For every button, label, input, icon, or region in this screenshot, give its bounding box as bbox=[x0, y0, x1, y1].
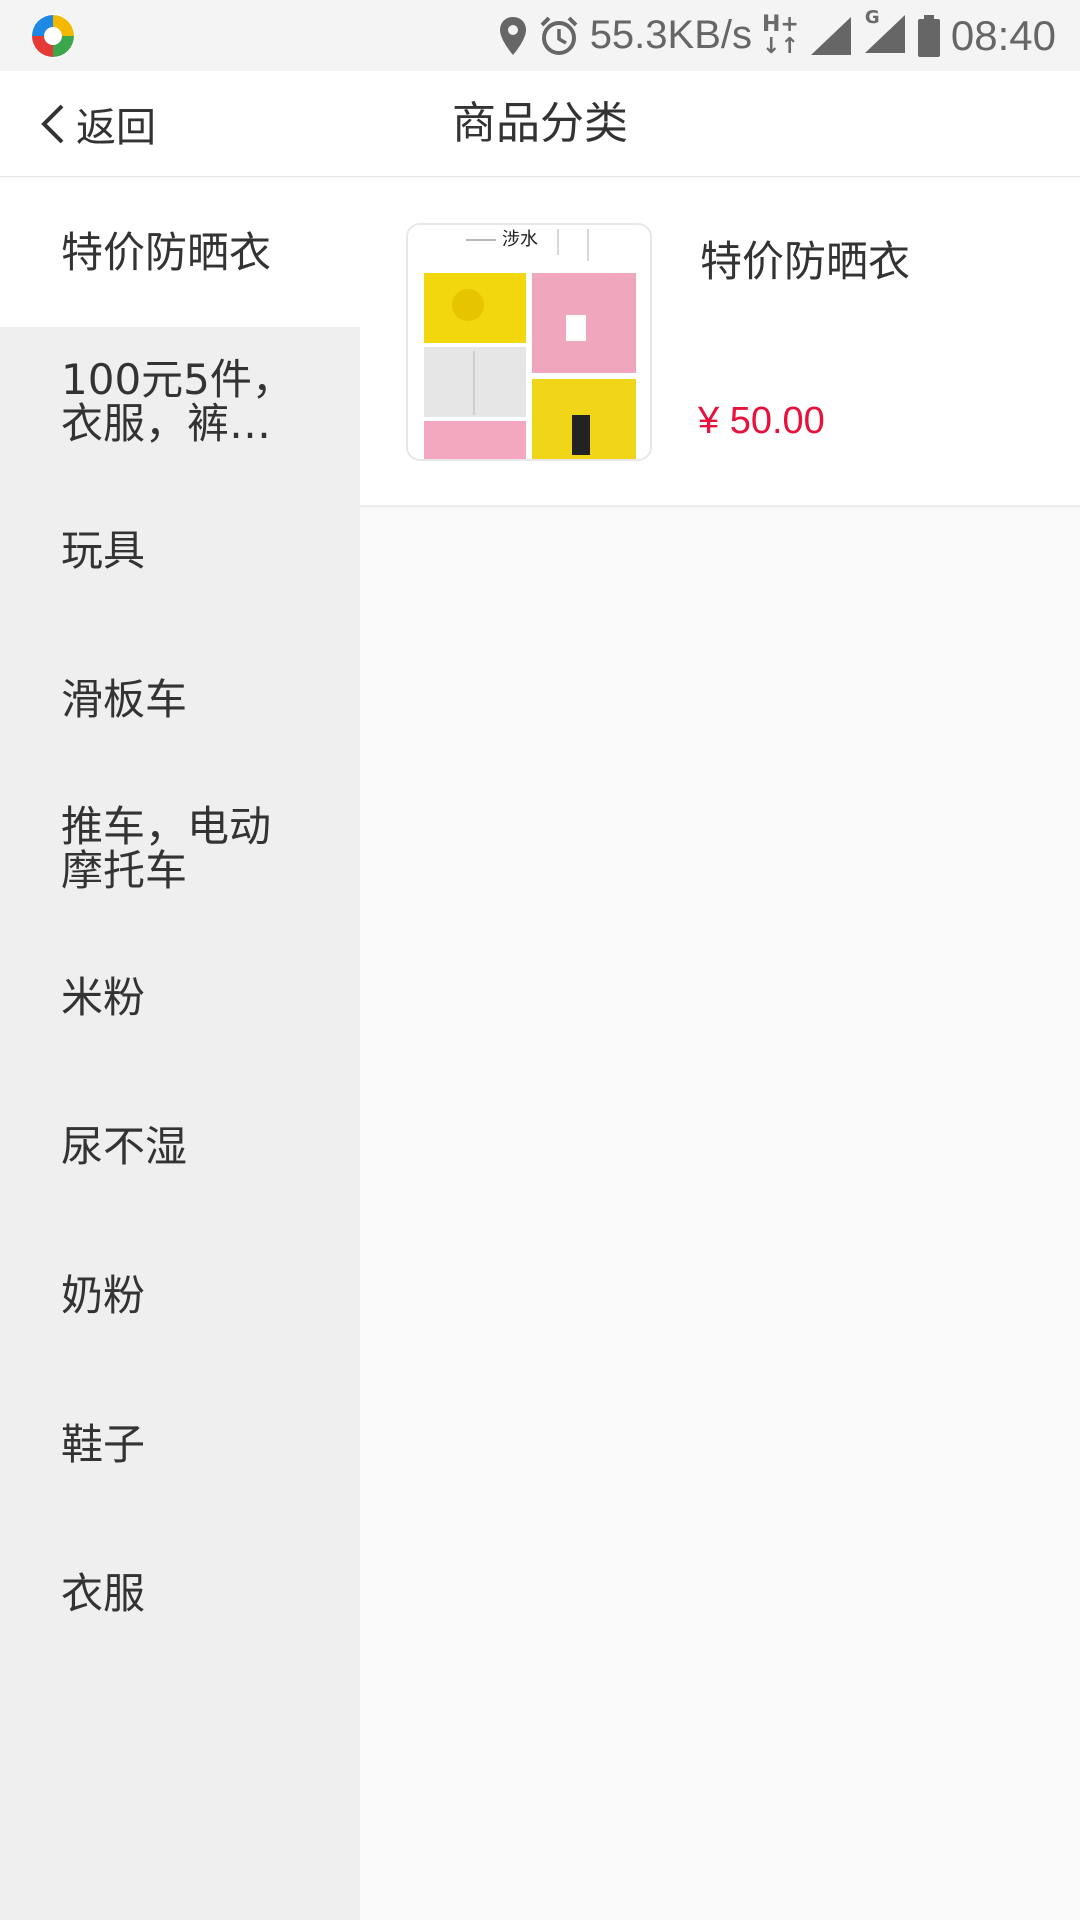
status-bar: 55.3KB/s H+ ↓↑ G 08:40 bbox=[0, 0, 1080, 71]
product-thumbnail: 涉水 bbox=[406, 223, 652, 461]
signal-g-icon: G bbox=[863, 7, 907, 59]
product-name: 特价防晒衣 bbox=[700, 237, 911, 286]
category-item-toys[interactable]: 玩具 bbox=[0, 476, 360, 625]
page-title: 商品分类 bbox=[452, 98, 628, 149]
category-sidebar: 特价防晒衣 100元5件，衣服，裤子... 玩具 滑板车 推车，电动摩托车 米粉… bbox=[0, 178, 360, 1920]
category-item-shoes[interactable]: 鞋子 bbox=[0, 1370, 360, 1519]
category-item-scooter[interactable]: 滑板车 bbox=[0, 625, 360, 774]
svg-text:涉水: 涉水 bbox=[502, 229, 538, 250]
location-icon bbox=[499, 16, 526, 55]
product-price: ¥ 50.00 bbox=[698, 400, 825, 442]
app-logo-icon bbox=[31, 13, 75, 58]
data-arrows-icon: H+ ↓↑ bbox=[762, 11, 799, 59]
category-item-diapers[interactable]: 尿不湿 bbox=[0, 1072, 360, 1221]
alarm-icon bbox=[540, 16, 578, 55]
category-item-stroller-motorbike[interactable]: 推车，电动摩托车 bbox=[0, 774, 360, 923]
product-collage-image: 涉水 bbox=[408, 225, 650, 459]
product-card[interactable]: 涉水 特价防晒衣 ¥ 50.00 bbox=[360, 178, 1080, 507]
product-list: 涉水 特价防晒衣 ¥ 50.00 bbox=[360, 178, 1080, 1920]
app-header: 返回 商品分类 bbox=[0, 71, 1080, 177]
network-speed: 55.3KB/s bbox=[589, 13, 753, 57]
category-item-clothes[interactable]: 衣服 bbox=[0, 1519, 360, 1668]
battery-icon bbox=[917, 14, 940, 57]
category-item-sunscreen[interactable]: 特价防晒衣 bbox=[0, 178, 360, 327]
category-item-milk-powder[interactable]: 奶粉 bbox=[0, 1221, 360, 1370]
signal-icon bbox=[810, 16, 851, 55]
category-item-100-5pcs[interactable]: 100元5件，衣服，裤子... bbox=[0, 327, 360, 476]
status-time: 08:40 bbox=[950, 11, 1056, 59]
category-item-rice-cereal[interactable]: 米粉 bbox=[0, 923, 360, 1072]
